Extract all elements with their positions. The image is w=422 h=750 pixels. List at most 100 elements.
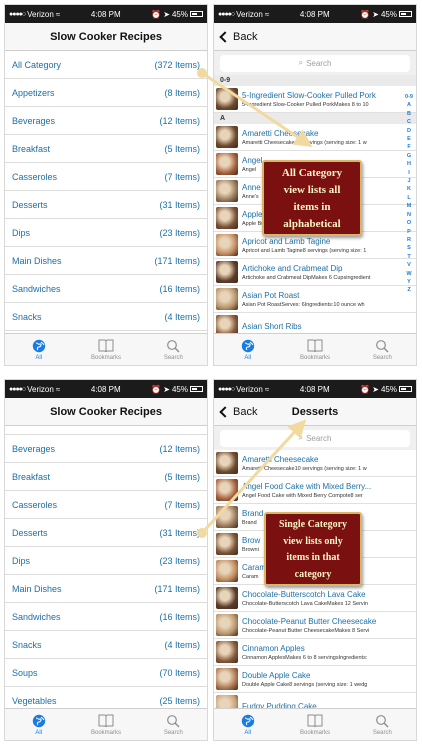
category-count: (4 Items) [164, 639, 200, 650]
category-row[interactable]: All Category (372 Items) [5, 51, 207, 79]
category-row[interactable]: Beverages (12 Items) [5, 107, 207, 135]
category-row[interactable]: Snacks (4 Items) [5, 631, 207, 659]
bookmarks-icon [307, 714, 323, 728]
index-letter[interactable]: 0-9 [404, 93, 414, 101]
category-row[interactable]: Snacks (4 Items) [5, 303, 207, 331]
index-letter[interactable]: J [404, 177, 414, 185]
index-letter[interactable]: V [404, 261, 414, 269]
index-letter[interactable]: T [404, 253, 414, 261]
search-input[interactable]: ⌕ Search [220, 54, 410, 72]
recipe-thumbnail [216, 479, 238, 501]
category-name: Desserts [12, 199, 48, 210]
recipe-summary: 5-Ingredient Slow-Cooker Pulled PorkMake… [242, 101, 369, 108]
tab-all[interactable]: All [214, 334, 281, 365]
recipe-row[interactable]: Angel Food Cake with Mixed Berry... Angel… [214, 477, 416, 504]
index-letter[interactable]: E [404, 135, 414, 143]
category-row[interactable]: Casseroles (7 Items) [5, 491, 207, 519]
recipe-row[interactable]: Apricot and Lamb Tagine Apricot and Lamb … [214, 232, 416, 259]
wifi-icon: ≈ [55, 384, 61, 394]
index-letter[interactable]: L [404, 194, 414, 202]
callout-line: view lists all [283, 184, 341, 196]
category-row[interactable]: Beverages (12 Items) [5, 435, 207, 463]
index-letter[interactable]: W [404, 270, 414, 278]
category-row[interactable]: Casseroles (7 Items) [5, 163, 207, 191]
recipe-row[interactable]: Amaretti Cheesecake Amaretti Cheesecake10… [214, 450, 416, 477]
category-row[interactable]: Sandwiches (16 Items) [5, 603, 207, 631]
tab-bookmarks[interactable]: Bookmarks [281, 334, 348, 365]
tab-bookmarks[interactable]: Bookmarks [72, 709, 139, 740]
recipe-text: Apricot and Lamb Tagine Apricot and Lamb … [242, 236, 416, 255]
category-row[interactable]: Desserts (31 Items) [5, 191, 207, 219]
search-input[interactable]: ⌕ Search [220, 429, 410, 447]
callout-line: Single Category [278, 519, 348, 530]
recipe-title: Amaretti Cheesecake [242, 454, 319, 464]
index-letter[interactable]: R [404, 236, 414, 244]
tab-search[interactable]: Search [140, 709, 207, 740]
tab-label: Search [372, 729, 392, 736]
alarm-icon: ⏰ [151, 384, 162, 394]
index-letter[interactable]: S [404, 244, 414, 252]
index-letter[interactable]: K [404, 185, 414, 193]
recipe-row[interactable]: Asian Pot Roast Asian Pot RoastServes: 6I… [214, 286, 416, 313]
index-letter[interactable]: F [404, 143, 414, 151]
recipe-row[interactable]: Artichoke and Crabmeat Dip Artichoke and … [214, 259, 416, 286]
category-row[interactable]: Soups (70 Items) [5, 659, 207, 687]
index-letter[interactable]: M [404, 202, 414, 210]
recipe-row[interactable]: Cinnamon Apples Cinnamon ApplesMakes 6 to… [214, 639, 416, 666]
tab-bookmarks[interactable]: Bookmarks [281, 709, 348, 740]
category-name: Snacks [12, 311, 42, 322]
tab-search[interactable]: Search [349, 709, 416, 740]
category-row[interactable]: Dips (23 Items) [5, 219, 207, 247]
recipe-summary: Amaretti Cheesecake10 servings (serving … [242, 139, 367, 146]
recipe-row[interactable]: Double Apple Cake Double Apple Cake8 serv… [214, 666, 416, 693]
index-letter[interactable]: B [404, 110, 414, 118]
tab-all[interactable]: All [5, 709, 72, 740]
battery-percent: 45% [171, 9, 188, 19]
category-row[interactable]: Main Dishes (171 Items) [5, 247, 207, 275]
recipe-row[interactable]: Chocolate-Butterscotch Lava Cake Chocolat… [214, 585, 416, 612]
tab-all[interactable]: All [214, 709, 281, 740]
index-letter[interactable]: C [404, 118, 414, 126]
category-count: (31 Items) [159, 527, 200, 538]
category-name: Vegetables [12, 695, 57, 706]
bookmarks-icon [98, 714, 114, 728]
back-button[interactable]: Back [218, 23, 257, 51]
callout-line: alphabetical [283, 218, 341, 230]
category-row[interactable]: Breakfast (5 Items) [5, 135, 207, 163]
callout-line: All Category [281, 167, 343, 179]
tab-search[interactable]: Search [349, 334, 416, 365]
index-letter[interactable]: Y [404, 278, 414, 286]
category-row[interactable]: Dips (23 Items) [5, 547, 207, 575]
category-row[interactable]: Breakfast (5 Items) [5, 463, 207, 491]
page-title: Slow Cooker Recipes [50, 30, 162, 43]
recipe-list-section-0-9: 5-Ingredient Slow-Cooker Pulled Pork 5-In… [214, 86, 416, 113]
index-letter[interactable]: P [404, 228, 414, 236]
tab-bookmarks[interactable]: Bookmarks [72, 334, 139, 365]
index-letter[interactable]: O [404, 219, 414, 227]
category-count: (70 Items) [159, 667, 200, 678]
section-index[interactable]: 0-9 A B C D E F G H I J K L M N O P R S T V W Y Z [404, 93, 414, 295]
index-letter[interactable]: D [404, 127, 414, 135]
tab-all[interactable]: All [5, 334, 72, 365]
index-letter[interactable]: A [404, 101, 414, 109]
index-letter[interactable]: Z [404, 286, 414, 294]
category-row[interactable]: Sandwiches (16 Items) [5, 275, 207, 303]
index-letter[interactable]: G [404, 152, 414, 160]
category-row[interactable]: Desserts (31 Items) [5, 519, 207, 547]
globe-icon [31, 339, 47, 353]
recipe-row[interactable]: 5-Ingredient Slow-Cooker Pulled Pork 5-In… [214, 86, 416, 113]
index-letter[interactable]: N [404, 211, 414, 219]
index-letter[interactable]: I [404, 169, 414, 177]
recipe-thumbnail [216, 533, 238, 555]
recipe-text: Asian Pot Roast Asian Pot RoastServes: 6I… [242, 290, 416, 309]
tab-search[interactable]: Search [140, 334, 207, 365]
category-name: Casseroles [12, 171, 58, 182]
recipe-row[interactable]: Chocolate-Peanut Butter Cheesecake Chocol… [214, 612, 416, 639]
category-row[interactable]: Appetizers (8 Items) [5, 79, 207, 107]
recipe-row[interactable]: Amaretti Cheesecake Amaretti Cheesecake10… [214, 124, 416, 151]
recipe-summary: Chocolate-Peanut Butter CheesecakeMakes … [242, 627, 370, 634]
search-icon: ⌕ [298, 58, 304, 67]
index-letter[interactable]: H [404, 160, 414, 168]
back-button[interactable]: Back [218, 398, 257, 426]
category-row[interactable]: Main Dishes (171 Items) [5, 575, 207, 603]
